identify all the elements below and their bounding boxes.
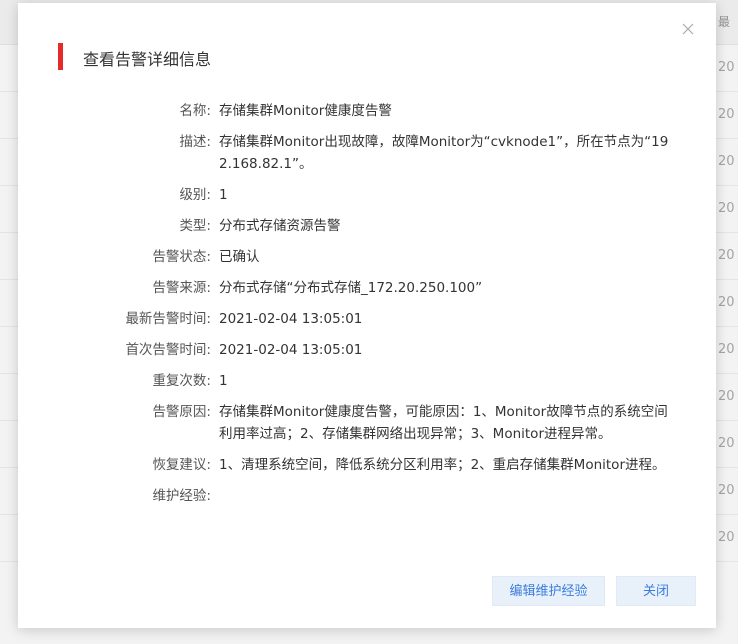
field-value: 存储集群Monitor健康度告警 xyxy=(219,103,392,119)
field-description: 描述: 存储集群Monitor出现故障，故障Monitor为“cvknode1”… xyxy=(18,131,716,175)
field-type: 类型: 分布式存储资源告警 xyxy=(18,215,716,237)
field-label: 首次告警时间: xyxy=(125,342,211,358)
field-first-time: 首次告警时间: 2021-02-04 13:05:01 xyxy=(18,339,716,361)
field-label: 名称: xyxy=(179,103,211,119)
field-value: 分布式存储资源告警 xyxy=(219,218,341,234)
close-icon[interactable] xyxy=(681,21,695,35)
field-label: 类型: xyxy=(179,218,211,234)
field-label: 告警来源: xyxy=(152,280,211,296)
field-label: 告警原因: xyxy=(152,404,211,420)
title-accent-bar xyxy=(58,43,63,70)
field-value: 2021-02-04 13:05:01 xyxy=(219,311,363,327)
field-cause: 告警原因: 存储集群Monitor健康度告警，可能原因：1、Monitor故障节… xyxy=(18,401,716,445)
field-label: 重复次数: xyxy=(152,373,211,389)
field-value: 存储集群Monitor出现故障，故障Monitor为“cvknode1”，所在节… xyxy=(219,134,669,172)
field-latest-time: 最新告警时间: 2021-02-04 13:05:01 xyxy=(18,308,716,330)
field-value: 1、清理系统空间，降低系统分区利用率；2、重启存储集群Monitor进程。 xyxy=(219,457,666,473)
field-label: 告警状态: xyxy=(152,249,211,265)
field-value xyxy=(219,485,669,507)
field-label: 级别: xyxy=(179,187,211,203)
field-level: 级别: 1 xyxy=(18,184,716,206)
field-value: 分布式存储“分布式存储_172.20.250.100” xyxy=(219,280,483,296)
field-value: 2021-02-04 13:05:01 xyxy=(219,342,363,358)
field-value: 存储集群Monitor健康度告警，可能原因：1、Monitor故障节点的系统空间… xyxy=(219,404,668,442)
field-label: 维护经验: xyxy=(152,488,211,504)
field-label: 描述: xyxy=(179,134,211,150)
field-maintenance-experience: 维护经验: xyxy=(18,485,716,507)
edit-experience-button[interactable]: 编辑维护经验 xyxy=(492,576,605,606)
field-label: 最新告警时间: xyxy=(125,311,211,327)
dialog-title: 查看告警详细信息 xyxy=(83,50,212,69)
dialog-footer: 编辑维护经验 关闭 xyxy=(18,576,716,606)
field-repeat-count: 重复次数: 1 xyxy=(18,370,716,392)
field-value: 1 xyxy=(219,373,228,389)
field-status: 告警状态: 已确认 xyxy=(18,246,716,268)
field-value: 已确认 xyxy=(219,249,260,265)
field-recovery: 恢复建议: 1、清理系统空间，降低系统分区利用率；2、重启存储集群Monitor… xyxy=(18,454,716,476)
field-name: 名称: 存储集群Monitor健康度告警 xyxy=(18,100,716,122)
alarm-detail-dialog: 查看告警详细信息 名称: 存储集群Monitor健康度告警 描述: 存储集群Mo… xyxy=(18,3,716,628)
detail-list: 名称: 存储集群Monitor健康度告警 描述: 存储集群Monitor出现故障… xyxy=(18,100,716,516)
field-value: 1 xyxy=(219,187,228,203)
close-button[interactable]: 关闭 xyxy=(616,576,696,606)
field-source: 告警来源: 分布式存储“分布式存储_172.20.250.100” xyxy=(18,277,716,299)
field-label: 恢复建议: xyxy=(152,457,211,473)
